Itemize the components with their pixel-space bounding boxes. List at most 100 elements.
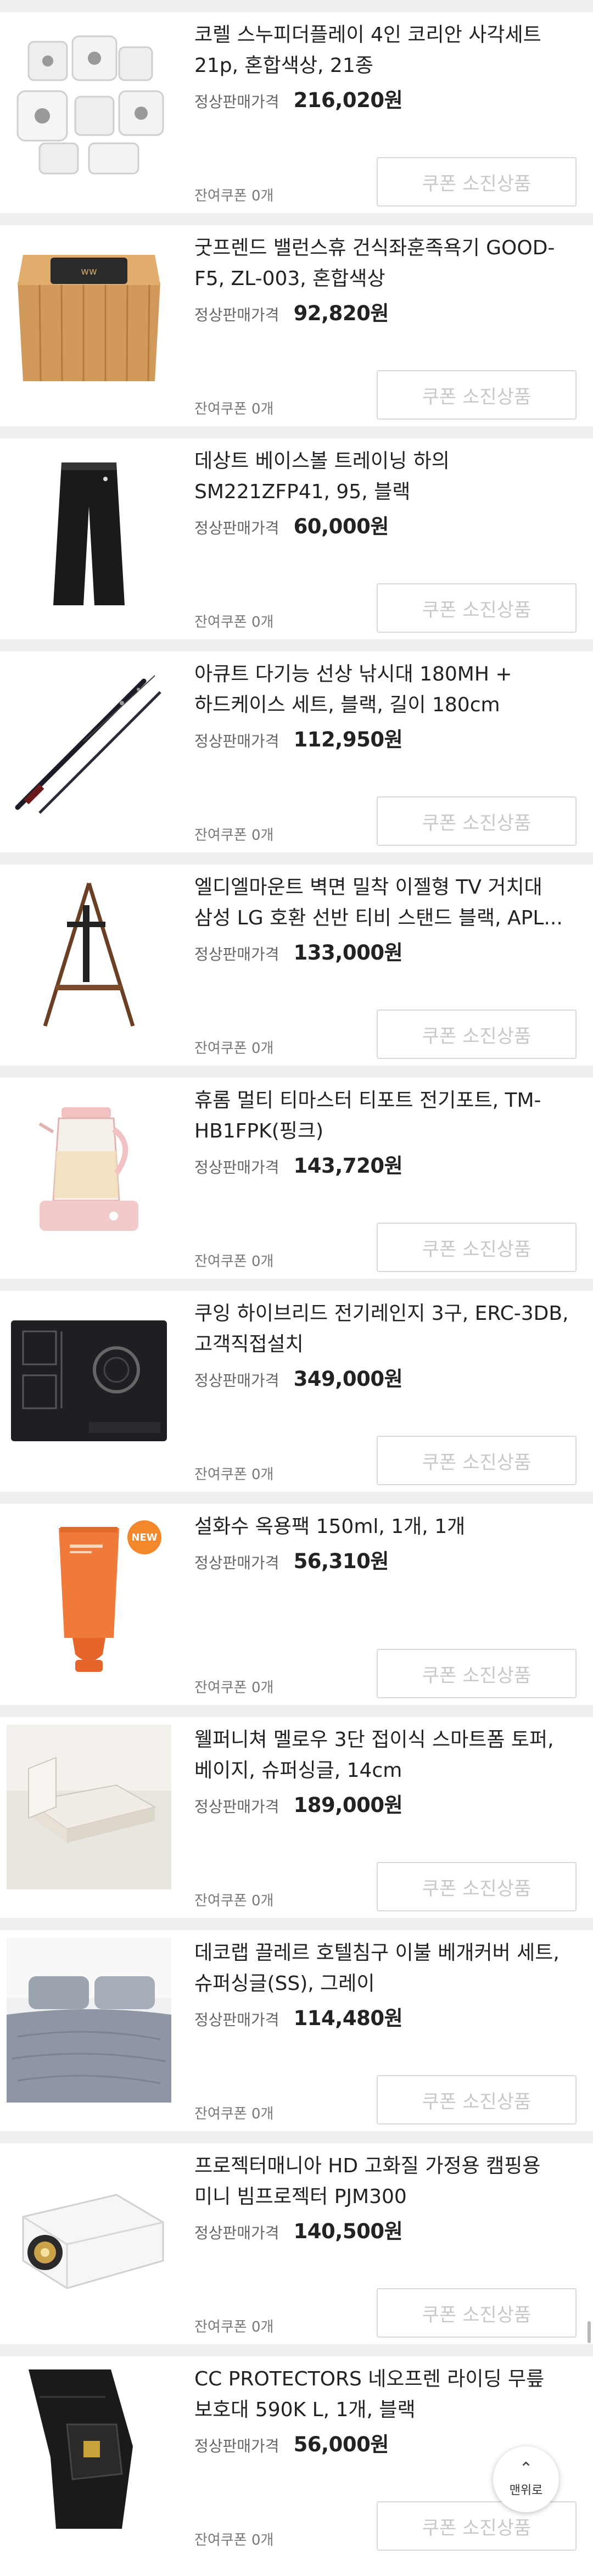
product-price: 140,500원 <box>293 2220 403 2243</box>
svg-text:ww: ww <box>81 266 97 277</box>
coupon-exhausted-button[interactable]: 쿠폰 소진상품 <box>377 583 577 633</box>
coupon-exhausted-button[interactable]: 쿠폰 소진상품 <box>377 1862 577 1911</box>
product-name[interactable]: 설화수 옥용팩 150ml, 1개, 1개 <box>194 1512 579 1542</box>
product-price: 216,020원 <box>293 88 403 112</box>
product-item[interactable]: 엘디엘마운트 벽면 밀착 이젤형 TV 거치대 삼성 LG 호환 선반 티비 스… <box>0 865 593 1066</box>
product-price: 92,820원 <box>293 302 389 325</box>
product-price: 133,000원 <box>293 941 403 964</box>
product-price: 112,950원 <box>293 728 403 751</box>
coupon-remaining: 잔여쿠폰 0개 <box>194 2106 274 2122</box>
coupon-exhausted-button[interactable]: 쿠폰 소진상품 <box>377 370 577 420</box>
product-item[interactable]: 웰퍼니쳐 멜로우 3단 접이식 스마트폼 토퍼, 베이지, 슈퍼싱글, 14cm… <box>0 1717 593 1918</box>
product-price: 56,310원 <box>293 1549 389 1573</box>
product-price: 114,480원 <box>293 2006 403 2030</box>
chevron-up-icon: ⌃ <box>519 2459 533 2478</box>
product-name[interactable]: 쿠잉 하이브리드 전기레인지 3구, ERC-3DB, 고객직접설치 <box>194 1298 579 1360</box>
new-badge: NEW <box>127 1520 161 1554</box>
product-price: 349,000원 <box>293 1367 403 1391</box>
coupon-remaining: 잔여쿠폰 0개 <box>194 188 274 204</box>
coupon-remaining: 잔여쿠폰 0개 <box>194 1893 274 1909</box>
coupon-exhausted-button[interactable]: 쿠폰 소진상품 <box>377 1649 577 1698</box>
product-image-projector[interactable] <box>7 2151 171 2316</box>
product-image-tea-pot[interactable] <box>7 1085 171 1250</box>
item-separator <box>0 1066 593 1078</box>
scroll-to-top-label: 맨위로 <box>509 2484 543 2497</box>
product-image-training-pants[interactable] <box>7 446 171 611</box>
coupon-remaining: 잔여쿠폰 0개 <box>194 2319 274 2335</box>
product-image-foot-spa[interactable]: ww <box>7 233 171 398</box>
price-label: 정상판매가격 <box>194 306 279 324</box>
product-image-dish-set[interactable] <box>7 20 171 185</box>
product-name[interactable]: 아큐트 다기능 선상 낚시대 180MH + 하드케이스 세트, 블랙, 길이 … <box>194 659 579 721</box>
coupon-exhausted-button[interactable]: 쿠폰 소진상품 <box>377 796 577 846</box>
coupon-remaining: 잔여쿠폰 0개 <box>194 401 274 417</box>
item-separator <box>0 213 593 225</box>
price-label: 정상판매가격 <box>194 519 279 537</box>
item-separator <box>0 1279 593 1291</box>
product-item[interactable]: ww 굿프렌드 밸런스휴 건식좌훈족욕기 GOOD-F5, ZL-003, 혼합… <box>0 225 593 426</box>
coupon-remaining: 잔여쿠폰 0개 <box>194 1253 274 1270</box>
coupon-remaining: 잔여쿠폰 0개 <box>194 1040 274 1057</box>
product-image-electric-range[interactable] <box>7 1298 171 1463</box>
item-separator <box>0 426 593 438</box>
product-item[interactable]: NEW 설화수 옥용팩 150ml, 1개, 1개 정상판매가격 56,310원… <box>0 1504 593 1705</box>
item-separator <box>0 1705 593 1717</box>
product-price: 56,000원 <box>293 2433 389 2456</box>
scrollbar-thumb[interactable] <box>588 2321 591 2343</box>
coupon-remaining: 잔여쿠폰 0개 <box>194 1680 274 1696</box>
price-label: 정상판매가격 <box>194 945 279 963</box>
coupon-exhausted-button[interactable]: 쿠폰 소진상품 <box>377 1223 577 1272</box>
product-name[interactable]: 엘디엘마운트 벽면 밀착 이젤형 TV 거치대 삼성 LG 호환 선반 티비 스… <box>194 872 579 934</box>
product-image-knee-guard[interactable] <box>7 2364 171 2529</box>
product-name[interactable]: 데코랩 끌레르 호텔침구 이불 베개커버 세트, 슈퍼싱글(SS), 그레이 <box>194 1938 579 1999</box>
item-separator <box>0 1918 593 1930</box>
product-image-fishing-rod[interactable] <box>7 659 171 824</box>
item-separator <box>0 852 593 865</box>
product-name[interactable]: 데상트 베이스볼 트레이닝 하의 SM221ZFP41, 95, 블랙 <box>194 446 579 508</box>
product-name[interactable]: 굿프렌드 밸런스휴 건식좌훈족욕기 GOOD-F5, ZL-003, 혼합색상 <box>194 233 579 294</box>
product-price: 143,720원 <box>293 1154 403 1178</box>
product-name[interactable]: 웰퍼니쳐 멜로우 3단 접이식 스마트폼 토퍼, 베이지, 슈퍼싱글, 14cm <box>194 1725 579 1786</box>
price-label: 정상판매가격 <box>194 1798 279 1816</box>
product-image-tv-stand[interactable] <box>7 872 171 1037</box>
item-separator <box>0 1492 593 1504</box>
product-price: 60,000원 <box>293 515 389 538</box>
product-price: 189,000원 <box>293 1793 403 1817</box>
product-name[interactable]: 휴롬 멀티 티마스터 티포트 전기포트, TM-HB1FPK(핑크) <box>194 1085 579 1147</box>
product-image-bedding-set[interactable] <box>7 1938 171 2103</box>
product-name[interactable]: CC PROTECTORS 네오프렌 라이딩 무릎 보호대 590K L, 1개… <box>194 2364 579 2426</box>
product-item[interactable]: 데코랩 끌레르 호텔침구 이불 베개커버 세트, 슈퍼싱글(SS), 그레이 정… <box>0 1930 593 2131</box>
coupon-exhausted-button[interactable]: 쿠폰 소진상품 <box>377 1436 577 1485</box>
price-label: 정상판매가격 <box>194 1158 279 1177</box>
top-divider <box>0 0 593 12</box>
price-label: 정상판매가격 <box>194 1554 279 1572</box>
product-item[interactable]: 쿠잉 하이브리드 전기레인지 3구, ERC-3DB, 고객직접설치 정상판매가… <box>0 1291 593 1492</box>
product-item[interactable]: 코렐 스누피더플레이 4인 코리안 사각세트 21p, 혼합색상, 21종 정상… <box>0 12 593 213</box>
coupon-remaining: 잔여쿠폰 0개 <box>194 2532 274 2549</box>
item-separator <box>0 2344 593 2356</box>
coupon-exhausted-button[interactable]: 쿠폰 소진상품 <box>377 157 577 207</box>
product-name[interactable]: 코렐 스누피더플레이 4인 코리안 사각세트 21p, 혼합색상, 21종 <box>194 20 579 81</box>
price-label: 정상판매가격 <box>194 2011 279 2029</box>
product-item[interactable]: 프로젝터매니아 HD 고화질 가정용 캠핑용 미니 빔프로젝터 PJM300 정… <box>0 2143 593 2344</box>
new-badge-text: NEW <box>131 1531 158 1543</box>
price-label: 정상판매가격 <box>194 2437 279 2455</box>
product-name[interactable]: 프로젝터매니아 HD 고화질 가정용 캠핑용 미니 빔프로젝터 PJM300 <box>194 2151 579 2212</box>
price-label: 정상판매가격 <box>194 93 279 111</box>
price-label: 정상판매가격 <box>194 732 279 750</box>
product-image-foam-topper[interactable] <box>7 1725 171 1889</box>
coupon-exhausted-button[interactable]: 쿠폰 소진상품 <box>377 2288 577 2338</box>
coupon-exhausted-button[interactable]: 쿠폰 소진상품 <box>377 2075 577 2125</box>
scroll-to-top-button[interactable]: ⌃ 맨위로 <box>493 2446 559 2512</box>
coupon-exhausted-button[interactable]: 쿠폰 소진상품 <box>377 2501 577 2551</box>
price-label: 정상판매가격 <box>194 2224 279 2242</box>
coupon-remaining: 잔여쿠폰 0개 <box>194 1467 274 1483</box>
price-label: 정상판매가격 <box>194 1371 279 1390</box>
coupon-exhausted-button[interactable]: 쿠폰 소진상품 <box>377 1010 577 1059</box>
product-item[interactable]: 휴롬 멀티 티마스터 티포트 전기포트, TM-HB1FPK(핑크) 정상판매가… <box>0 1078 593 1279</box>
product-item[interactable]: 아큐트 다기능 선상 낚시대 180MH + 하드케이스 세트, 블랙, 길이 … <box>0 651 593 852</box>
item-separator <box>0 2131 593 2143</box>
product-item[interactable]: 데상트 베이스볼 트레이닝 하의 SM221ZFP41, 95, 블랙 정상판매… <box>0 438 593 639</box>
item-separator <box>0 639 593 651</box>
coupon-remaining: 잔여쿠폰 0개 <box>194 827 274 844</box>
